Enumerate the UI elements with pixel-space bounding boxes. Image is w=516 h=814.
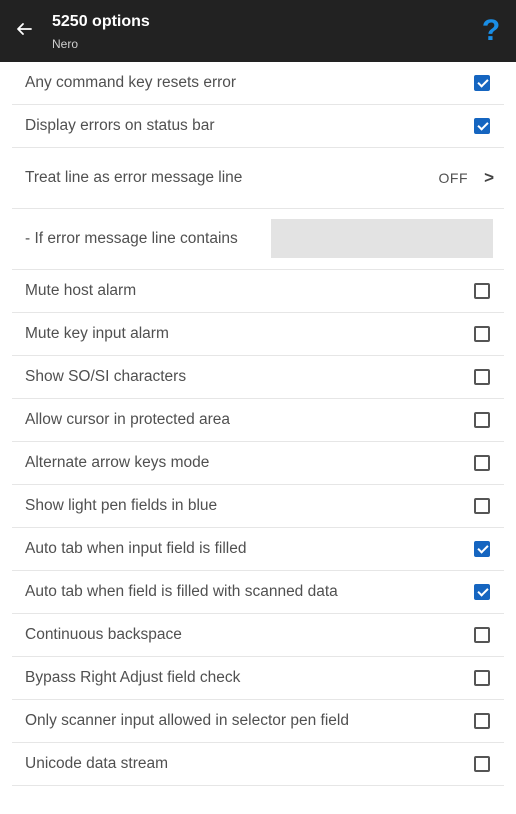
- option-label: Bypass Right Adjust field check: [25, 669, 241, 686]
- option-label: Auto tab when input field is filled: [25, 540, 247, 557]
- option-label: Only scanner input allowed in selector p…: [25, 712, 349, 729]
- option-row-display-errors-status-bar[interactable]: Display errors on status bar: [12, 105, 504, 148]
- checkbox[interactable]: [474, 283, 490, 299]
- back-arrow-icon[interactable]: [12, 17, 36, 41]
- option-row-mute-host-alarm[interactable]: Mute host alarm: [12, 270, 504, 313]
- option-row-auto-tab-scanned[interactable]: Auto tab when field is filled with scann…: [12, 571, 504, 614]
- checkbox[interactable]: [474, 627, 490, 643]
- app-bar: 5250 options Nero ?: [0, 0, 516, 62]
- checkbox[interactable]: [474, 75, 490, 91]
- page-subtitle: Nero: [52, 37, 79, 51]
- option-label: Show light pen fields in blue: [25, 497, 218, 514]
- option-row-scanner-selector-pen[interactable]: Only scanner input allowed in selector p…: [12, 700, 504, 743]
- checkbox[interactable]: [474, 369, 490, 385]
- option-label: Alternate arrow keys mode: [25, 454, 210, 471]
- options-list: Any command key resets error Display err…: [12, 62, 504, 786]
- arrow-left-icon: [17, 23, 32, 35]
- option-row-unicode-data-stream[interactable]: Unicode data stream: [12, 743, 504, 786]
- option-label: Allow cursor in protected area: [25, 411, 231, 428]
- option-row-error-line-contains: - If error message line contains: [12, 209, 504, 270]
- checkbox[interactable]: [474, 756, 490, 772]
- chevron-right-icon: >: [484, 168, 494, 187]
- option-label: Show SO/SI characters: [25, 368, 187, 385]
- checkbox[interactable]: [474, 118, 490, 134]
- option-label: Any command key resets error: [25, 74, 237, 91]
- option-label: Auto tab when field is filled with scann…: [25, 583, 338, 600]
- page-title: 5250 options: [52, 13, 150, 30]
- checkbox[interactable]: [474, 498, 490, 514]
- option-row-mute-key-input-alarm[interactable]: Mute key input alarm: [12, 313, 504, 356]
- checkbox[interactable]: [474, 326, 490, 342]
- option-row-any-command-key[interactable]: Any command key resets error: [12, 62, 504, 105]
- option-label: Mute host alarm: [25, 282, 137, 299]
- option-label: Treat line as error message line: [25, 169, 243, 186]
- option-label: Display errors on status bar: [25, 117, 215, 134]
- checkbox[interactable]: [474, 584, 490, 600]
- checkbox[interactable]: [474, 455, 490, 471]
- option-row-alternate-arrow-keys[interactable]: Alternate arrow keys mode: [12, 442, 504, 485]
- option-row-light-pen-blue[interactable]: Show light pen fields in blue: [12, 485, 504, 528]
- error-line-contains-input[interactable]: [271, 219, 493, 258]
- option-label: Mute key input alarm: [25, 325, 169, 342]
- checkbox[interactable]: [474, 412, 490, 428]
- option-row-bypass-right-adjust[interactable]: Bypass Right Adjust field check: [12, 657, 504, 700]
- option-row-show-so-si[interactable]: Show SO/SI characters: [12, 356, 504, 399]
- option-row-auto-tab-input-filled[interactable]: Auto tab when input field is filled: [12, 528, 504, 571]
- option-label: - If error message line contains: [25, 230, 238, 247]
- checkbox[interactable]: [474, 670, 490, 686]
- option-label: Unicode data stream: [25, 755, 169, 772]
- option-value: OFF: [438, 170, 468, 186]
- help-icon[interactable]: ?: [476, 14, 506, 48]
- checkbox[interactable]: [474, 541, 490, 557]
- option-label: Continuous backspace: [25, 626, 182, 643]
- screen: 5250 options Nero ? Any command key rese…: [0, 0, 516, 814]
- option-row-allow-cursor-protected[interactable]: Allow cursor in protected area: [12, 399, 504, 442]
- checkbox[interactable]: [474, 713, 490, 729]
- option-row-treat-line-as-error[interactable]: Treat line as error message line OFF >: [12, 148, 504, 209]
- option-row-continuous-backspace[interactable]: Continuous backspace: [12, 614, 504, 657]
